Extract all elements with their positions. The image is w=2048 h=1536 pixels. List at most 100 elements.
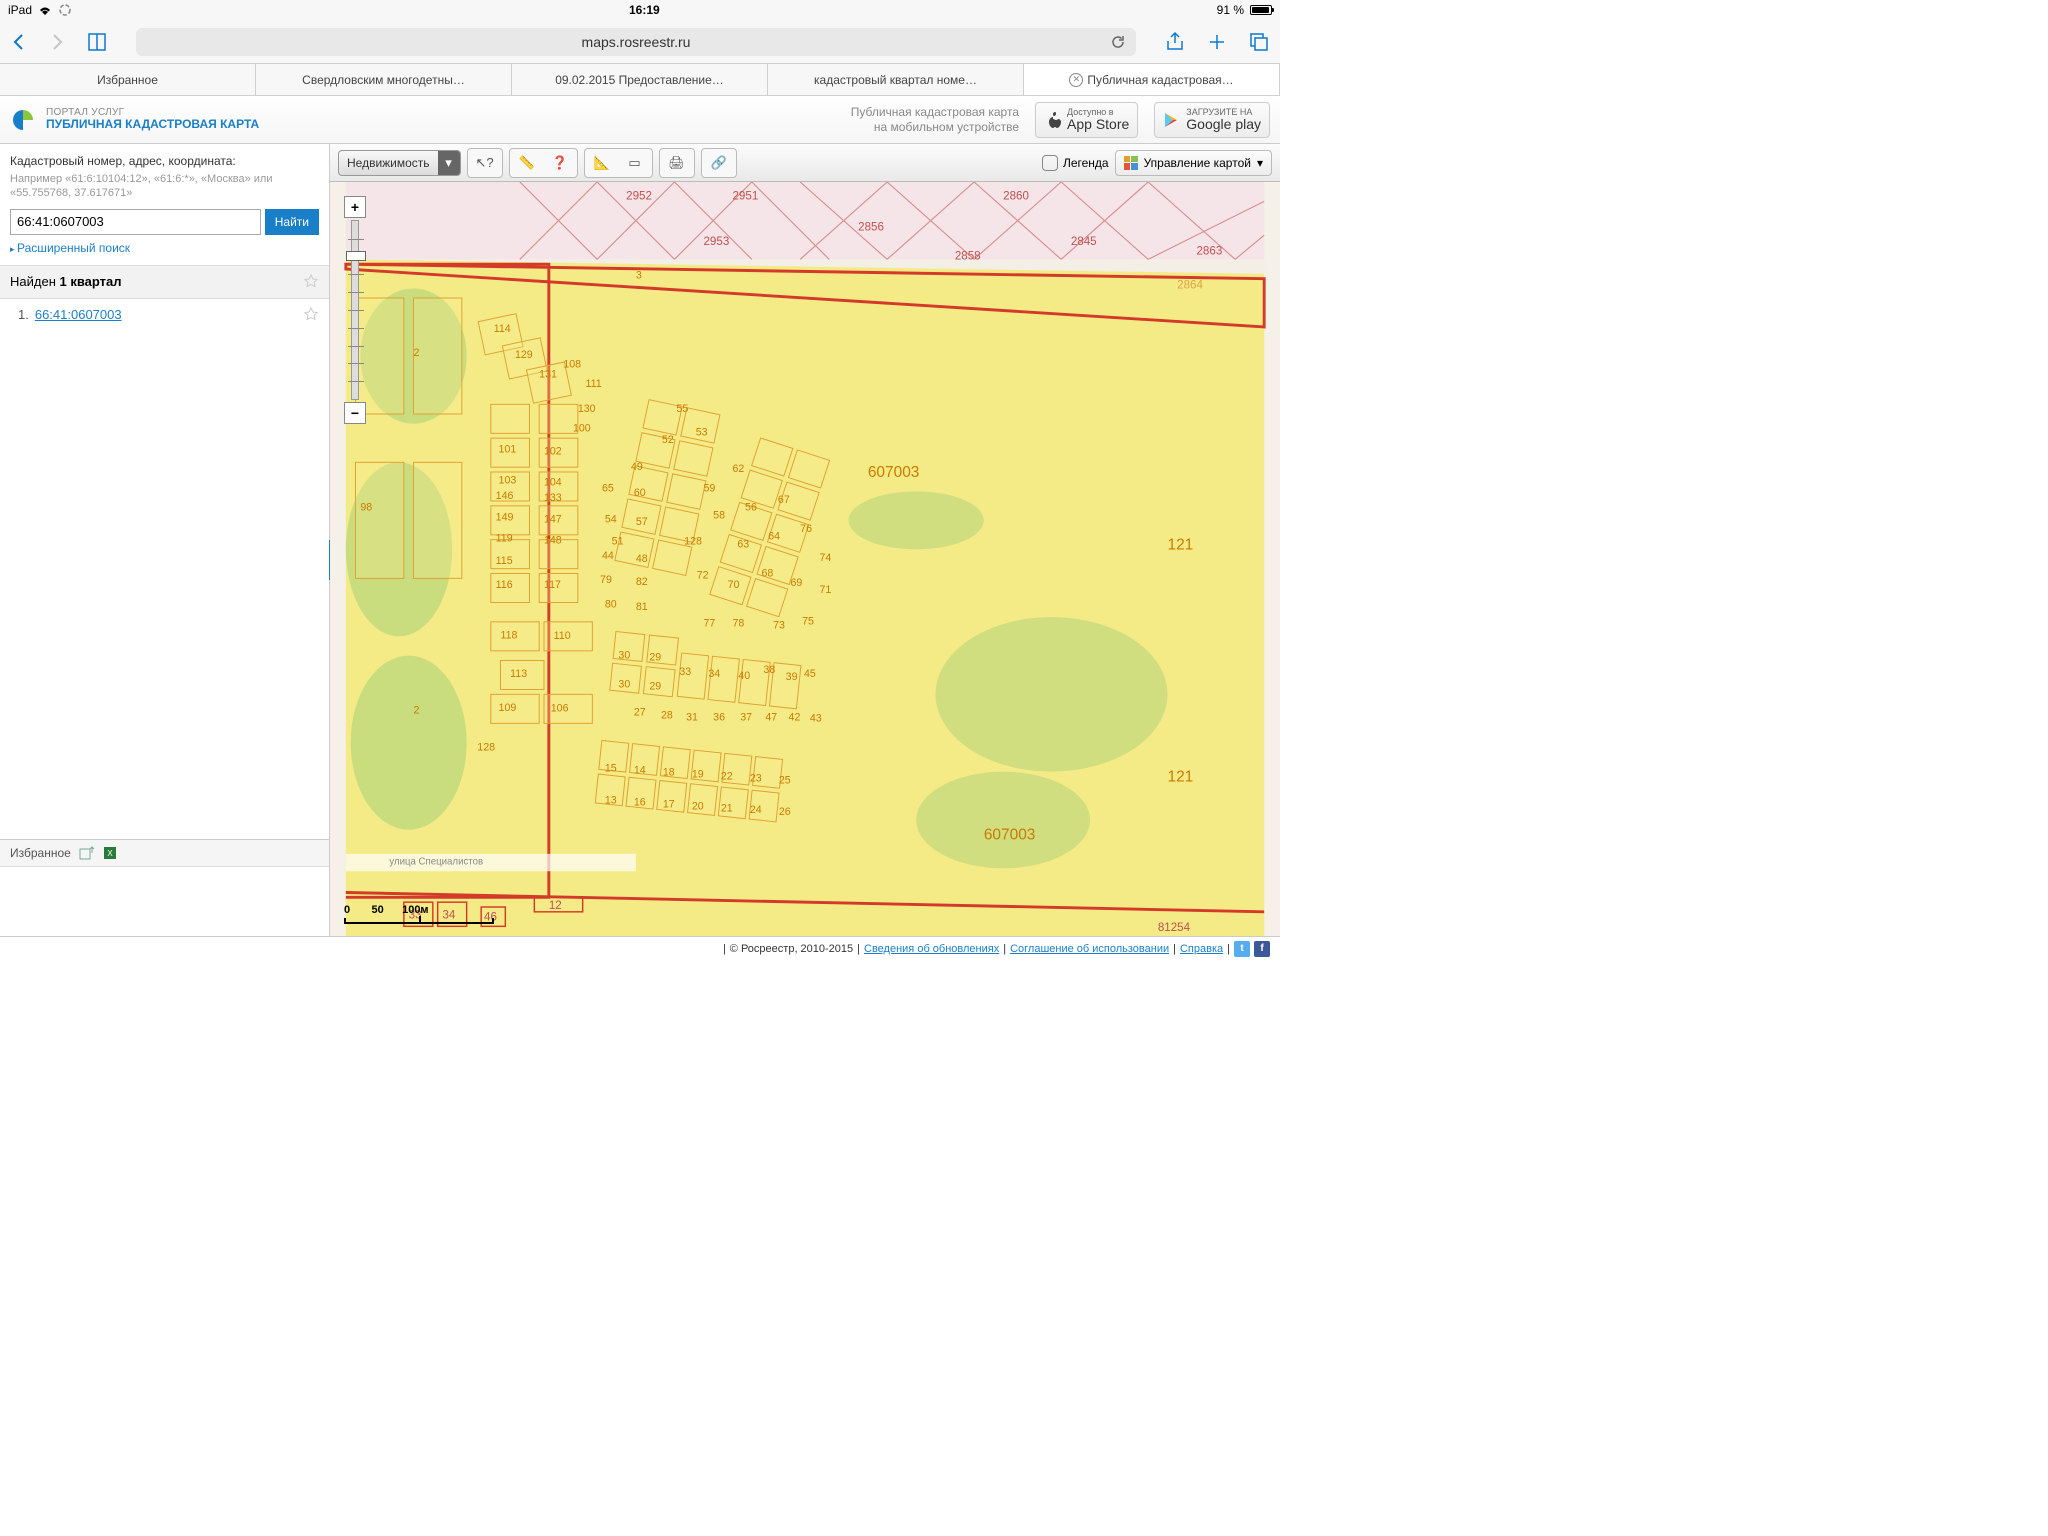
forward-button[interactable] xyxy=(48,33,66,51)
svg-text:30: 30 xyxy=(618,650,630,662)
svg-text:71: 71 xyxy=(820,584,832,596)
search-input[interactable] xyxy=(10,209,261,235)
svg-text:133: 133 xyxy=(544,492,562,504)
export-icon[interactable] xyxy=(79,846,95,860)
svg-text:101: 101 xyxy=(499,444,517,456)
svg-text:80: 80 xyxy=(605,598,617,610)
area-button[interactable]: ▭ xyxy=(620,151,650,175)
svg-text:106: 106 xyxy=(551,703,569,715)
svg-text:37: 37 xyxy=(740,711,752,723)
battery-pct: 91 % xyxy=(1217,3,1244,17)
address-bar[interactable]: maps.rosreestr.ru xyxy=(136,28,1136,56)
star-icon[interactable] xyxy=(303,307,319,323)
back-button[interactable] xyxy=(10,33,28,51)
scale-bar: 0 50 100м xyxy=(344,904,494,924)
zoom-control: + − xyxy=(344,196,366,424)
svg-text:29: 29 xyxy=(649,652,661,664)
safari-tabs: Избранное Свердловским многодетны… 09.02… xyxy=(0,64,1280,96)
svg-text:2951: 2951 xyxy=(733,189,759,202)
svg-text:63: 63 xyxy=(737,538,749,550)
svg-text:43: 43 xyxy=(810,712,822,724)
svg-text:79: 79 xyxy=(600,574,612,586)
svg-text:20: 20 xyxy=(692,800,704,812)
select-tool-button[interactable]: ↖? xyxy=(470,151,500,175)
svg-text:2953: 2953 xyxy=(704,235,730,248)
layers-control-button[interactable]: Управление картой ▾ xyxy=(1115,150,1272,176)
footer-link-updates[interactable]: Сведения об обновлениях xyxy=(864,943,999,955)
svg-text:121: 121 xyxy=(1168,768,1194,785)
battery-icon xyxy=(1250,5,1272,15)
svg-text:62: 62 xyxy=(733,463,745,475)
tab-rosreestr[interactable]: ✕ Публичная кадастровая… xyxy=(1024,64,1280,95)
zoom-handle[interactable] xyxy=(346,251,366,261)
svg-text:56: 56 xyxy=(745,502,757,514)
svg-text:улица Специалистов: улица Специалистов xyxy=(389,856,483,867)
print-button[interactable]: 🖨 xyxy=(662,151,692,175)
svg-text:23: 23 xyxy=(750,772,762,784)
svg-text:2952: 2952 xyxy=(626,189,652,202)
svg-text:116: 116 xyxy=(496,579,513,591)
link-button[interactable]: 🔗 xyxy=(704,151,734,175)
bookmarks-button[interactable] xyxy=(86,31,108,53)
sidebar: Кадастровый номер, адрес, координата: На… xyxy=(0,144,330,936)
star-icon[interactable] xyxy=(303,274,319,290)
ios-status-bar: iPad 16:19 91 % xyxy=(0,0,1280,20)
legend-checkbox[interactable]: Легенда xyxy=(1042,155,1109,171)
search-button[interactable]: Найти xyxy=(265,209,319,235)
zoom-out-button[interactable]: − xyxy=(344,402,366,424)
svg-text:24: 24 xyxy=(750,804,762,816)
tab-favorites[interactable]: Избранное xyxy=(0,64,256,95)
svg-text:34: 34 xyxy=(708,668,720,680)
chevron-down-icon: ▾ xyxy=(438,151,460,175)
zoom-in-button[interactable]: + xyxy=(344,196,366,218)
svg-text:2860: 2860 xyxy=(1003,189,1029,202)
svg-text:59: 59 xyxy=(704,482,716,494)
svg-text:25: 25 xyxy=(779,774,791,786)
tab-sverdlovsk[interactable]: Свердловским многодетны… xyxy=(256,64,512,95)
svg-text:109: 109 xyxy=(499,702,517,714)
ruler-button[interactable]: 📐 xyxy=(587,151,617,175)
twitter-icon[interactable]: t xyxy=(1234,941,1250,957)
reload-icon[interactable] xyxy=(1110,34,1126,50)
svg-text:78: 78 xyxy=(733,618,745,630)
close-tab-icon[interactable]: ✕ xyxy=(1069,73,1083,87)
result-item[interactable]: 1.66:41:0607003 xyxy=(0,299,329,331)
svg-text:68: 68 xyxy=(762,567,774,579)
result-link[interactable]: 66:41:0607003 xyxy=(35,307,122,322)
svg-text:3: 3 xyxy=(636,270,642,282)
footer-link-help[interactable]: Справка xyxy=(1180,943,1223,955)
svg-text:104: 104 xyxy=(544,477,562,489)
layer-dropdown[interactable]: Недвижимость ▾ xyxy=(338,150,461,176)
search-label: Кадастровый номер, адрес, координата: xyxy=(10,154,319,168)
info-tool-button[interactable]: ❓ xyxy=(545,151,575,175)
advanced-search-link[interactable]: Расширенный поиск xyxy=(10,241,130,255)
facebook-icon[interactable]: f xyxy=(1254,941,1270,957)
map-canvas[interactable]: 2952 2951 2953 2860 2856 2858 2845 2863 … xyxy=(330,182,1280,936)
svg-text:98: 98 xyxy=(360,502,372,514)
svg-text:X: X xyxy=(107,849,113,858)
new-tab-button[interactable] xyxy=(1206,31,1228,53)
favorites-header[interactable]: Избранное X xyxy=(0,839,329,866)
svg-text:81: 81 xyxy=(636,601,648,613)
checkbox-icon xyxy=(1042,155,1058,171)
svg-text:70: 70 xyxy=(728,579,740,591)
svg-text:17: 17 xyxy=(663,798,675,810)
tabs-button[interactable] xyxy=(1248,31,1270,53)
logo-title: ПУБЛИЧНАЯ КАДАСТРОВАЯ КАРТА xyxy=(46,118,259,131)
svg-text:65: 65 xyxy=(602,482,614,494)
footer-link-terms[interactable]: Соглашение об использовании xyxy=(1010,943,1169,955)
measure-path-button[interactable]: 📏 xyxy=(512,151,542,175)
share-button[interactable] xyxy=(1164,31,1186,53)
zoom-slider[interactable] xyxy=(351,220,359,400)
tab-09022015[interactable]: 09.02.2015 Предоставление… xyxy=(512,64,768,95)
svg-text:81254: 81254 xyxy=(1158,921,1191,934)
googleplay-button[interactable]: ЗАГРУЗИТЕ НА Google play xyxy=(1154,102,1270,138)
appstore-button[interactable]: Доступно в App Store xyxy=(1035,102,1138,138)
tab-kvartal[interactable]: кадастровый квартал номе… xyxy=(768,64,1024,95)
footer: | © Росреестр, 2010-2015 | Сведения об о… xyxy=(0,936,1280,960)
svg-text:75: 75 xyxy=(802,616,814,628)
excel-icon[interactable]: X xyxy=(103,846,119,860)
svg-text:2863: 2863 xyxy=(1197,245,1223,258)
svg-text:74: 74 xyxy=(820,552,832,564)
svg-text:108: 108 xyxy=(563,359,581,371)
